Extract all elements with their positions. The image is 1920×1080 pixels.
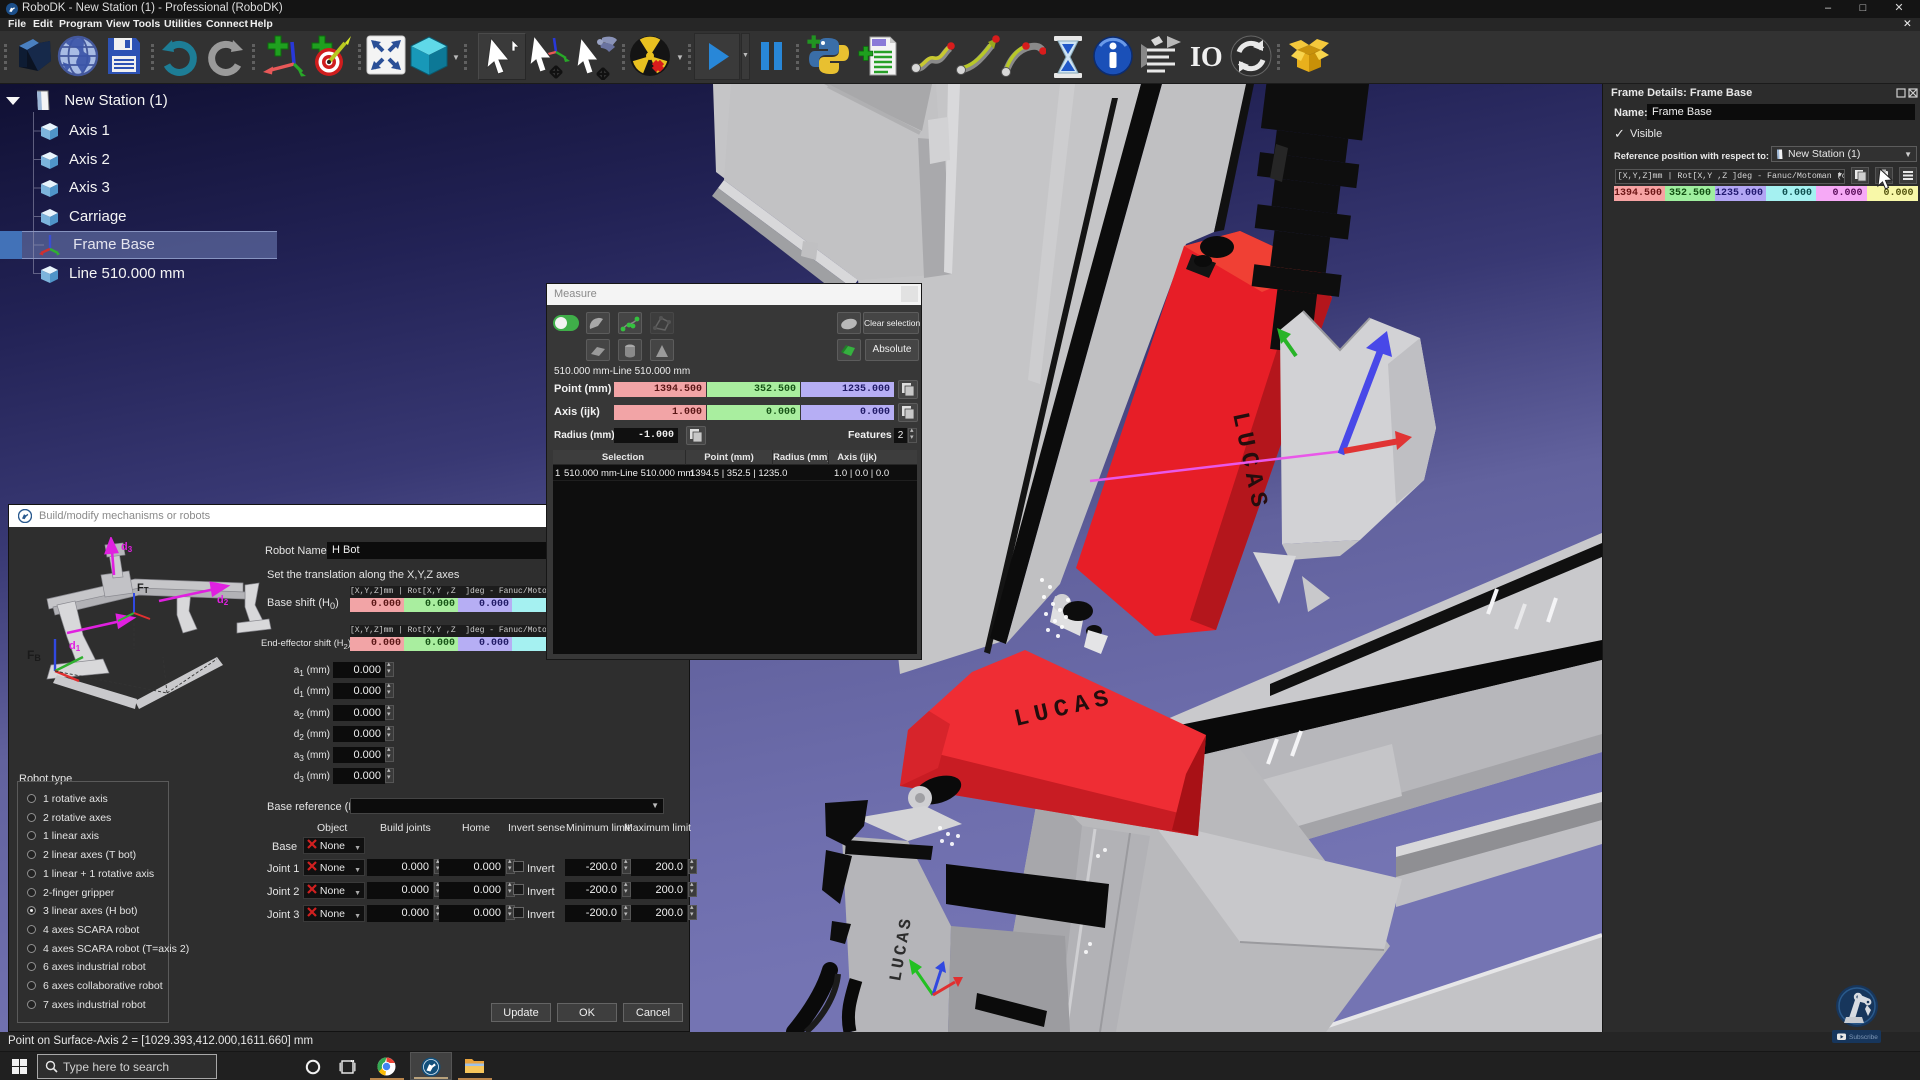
svg-text:d3: d3 [121, 541, 133, 554]
svg-text:Subscribe: Subscribe [1849, 1034, 1878, 1041]
svg-text:FB: FB [27, 648, 41, 663]
svg-text:IO: IO [1190, 42, 1223, 73]
